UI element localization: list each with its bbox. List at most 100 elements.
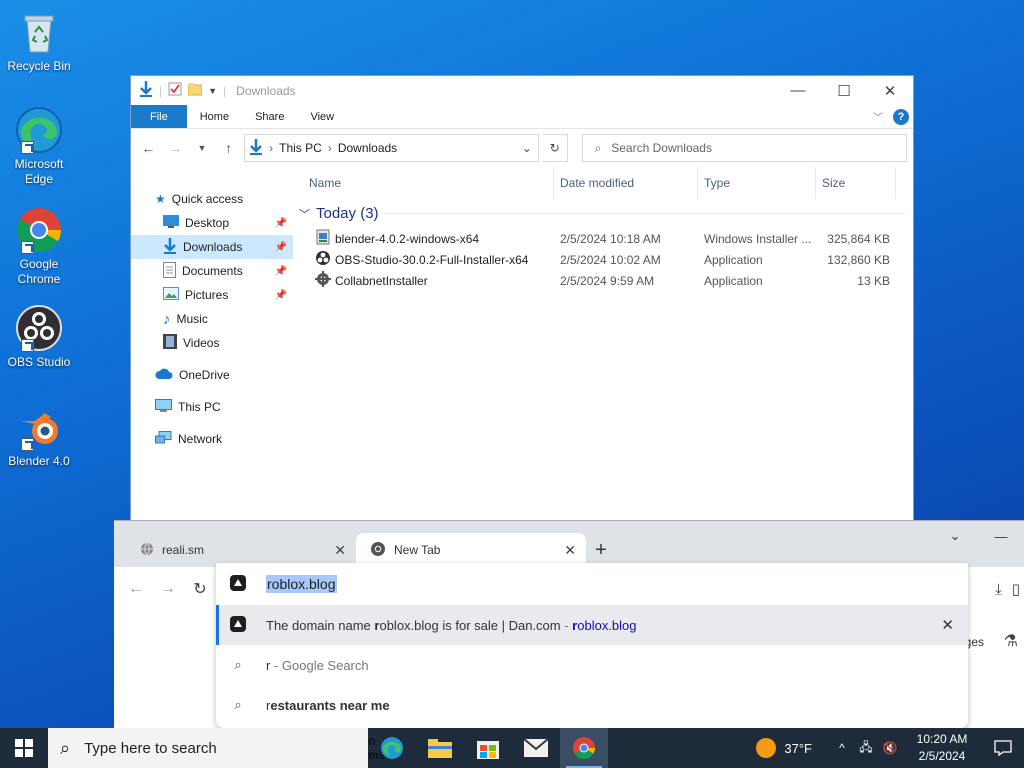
taskbar: ⌕ Type here to search n ms 37°F ^ 🖧 🔇 10… xyxy=(0,728,1024,768)
pin-icon: 📌 xyxy=(274,241,287,253)
column-size[interactable]: Size xyxy=(816,167,896,199)
labs-flask-icon[interactable]: ⚗ xyxy=(1004,631,1018,651)
column-type[interactable]: Type xyxy=(698,167,816,199)
back-button[interactable]: ← xyxy=(137,140,160,156)
cloud-icon xyxy=(155,368,173,383)
remove-suggestion-icon[interactable]: ✕ xyxy=(941,616,954,634)
desktop-icon-blender[interactable]: Blender 4.0 xyxy=(4,403,74,469)
help-icon[interactable]: ? xyxy=(893,108,909,125)
file-row[interactable]: blender-4.0.2-windows-x64 2/5/2024 10:18… xyxy=(293,228,913,249)
nav-pictures[interactable]: Pictures 📌 xyxy=(131,283,293,307)
group-header-today[interactable]: ﹀ Today (3) xyxy=(299,205,913,222)
taskbar-edge[interactable] xyxy=(368,728,416,768)
tab-file[interactable]: File xyxy=(131,105,187,128)
weather-widget[interactable]: 37°F xyxy=(756,738,812,758)
omnibox-input[interactable]: roblox.blog xyxy=(216,563,968,605)
tab-share[interactable]: Share xyxy=(242,105,297,128)
music-note-icon: ♪ xyxy=(163,310,171,328)
taskbar-file-explorer[interactable] xyxy=(416,728,464,768)
store-icon xyxy=(477,741,499,759)
reload-button[interactable]: ↻ xyxy=(188,579,212,599)
nav-music[interactable]: ♪ Music xyxy=(131,307,293,331)
forward-button[interactable]: → xyxy=(164,140,187,156)
properties-icon[interactable] xyxy=(168,82,182,99)
nav-downloads[interactable]: Downloads 📌 xyxy=(131,235,293,259)
refresh-button[interactable]: ↻ xyxy=(542,134,568,162)
ribbon-tabs: File Home Share View ﹀ ? xyxy=(131,105,913,129)
taskbar-store[interactable] xyxy=(464,728,512,768)
installer-package-icon xyxy=(315,229,331,248)
customize-toolbar-chevron-icon[interactable]: ▼ xyxy=(208,86,217,96)
omnibox-suggestion[interactable]: ⌕ r - Google Search xyxy=(216,645,968,685)
omnibox-suggestion[interactable]: The domain name roblox.blog is for sale … xyxy=(216,605,968,645)
browser-tab-new-tab[interactable]: New Tab ✕ xyxy=(356,533,586,567)
tab-view[interactable]: View xyxy=(297,105,347,128)
nav-videos[interactable]: Videos xyxy=(131,331,293,355)
shortcut-arrow-icon xyxy=(21,141,34,154)
folder-icon xyxy=(428,739,452,758)
breadcrumb-separator-icon: › xyxy=(327,141,332,155)
notification-icon[interactable] xyxy=(982,740,1024,756)
breadcrumb-this-pc[interactable]: This PC xyxy=(279,141,322,155)
browser-back-button[interactable]: ← xyxy=(124,580,148,598)
omnibox-text: roblox.blog xyxy=(266,575,337,593)
desktop-icon-edge[interactable]: Microsoft Edge xyxy=(4,106,74,187)
new-folder-icon[interactable] xyxy=(187,82,203,99)
browser-forward-button[interactable]: → xyxy=(156,580,180,598)
taskbar-chrome[interactable] xyxy=(560,728,608,768)
search-downloads-input[interactable]: ⌕ Search Downloads xyxy=(581,134,907,162)
new-tab-button[interactable]: + xyxy=(586,533,616,567)
taskbar-search-box[interactable]: ⌕ Type here to search xyxy=(48,728,368,768)
close-tab-icon[interactable]: ✕ xyxy=(334,542,346,559)
desktop-icon-label: Microsoft Edge xyxy=(14,157,64,186)
column-name[interactable]: Name xyxy=(293,167,554,199)
browser-tab-reali-sm[interactable]: reali.sm ✕ xyxy=(126,533,356,567)
nav-network[interactable]: Network xyxy=(131,427,293,451)
taskbar-mail[interactable] xyxy=(512,728,560,768)
network-icon[interactable]: 🖧 xyxy=(854,738,878,759)
breadcrumb-downloads[interactable]: Downloads xyxy=(338,141,397,155)
address-bar[interactable]: › This PC › Downloads ⌄ xyxy=(244,134,539,162)
close-tab-icon[interactable]: ✕ xyxy=(564,542,576,559)
desktop-icon-chrome[interactable]: Google Chrome xyxy=(4,206,74,287)
tab-strip: reali.sm ✕ New Tab ✕ + ⌄ — xyxy=(114,521,1024,567)
obs-file-icon xyxy=(315,250,331,269)
minimize-button[interactable]: — xyxy=(775,76,821,105)
system-tray: 37°F ^ 🖧 🔇 10:20 AM 2/5/2024 xyxy=(756,728,1024,768)
expand-ribbon-chevron-icon[interactable]: ﹀ xyxy=(873,109,883,124)
search-icon: ⌕ xyxy=(60,737,71,758)
edge-icon xyxy=(381,737,403,759)
file-row[interactable]: OBS-Studio-30.0.2-Full-Installer-x64 2/5… xyxy=(293,249,913,270)
download-icon[interactable]: ⤓ xyxy=(995,581,1002,598)
navigation-pane: ★ Quick access Desktop 📌 Downloads 📌 Doc… xyxy=(131,167,293,524)
omnibox-suggestion[interactable]: ⌕ restaurants near me xyxy=(216,685,968,725)
volume-muted-icon[interactable]: 🔇 xyxy=(878,741,902,755)
close-button[interactable]: ✕ xyxy=(867,76,913,105)
address-dropdown-chevron-icon[interactable]: ⌄ xyxy=(516,141,538,155)
desktop-icon-recycle-bin[interactable]: Recycle Bin xyxy=(4,8,74,74)
nav-quick-access[interactable]: ★ Quick access xyxy=(131,187,293,211)
browser-minimize-button[interactable]: — xyxy=(978,521,1024,551)
maximize-button[interactable]: ☐ xyxy=(821,76,867,105)
nav-desktop[interactable]: Desktop 📌 xyxy=(131,211,293,235)
file-row[interactable]: CollabnetInstaller 2/5/2024 9:59 AM Appl… xyxy=(293,270,913,291)
desktop-icon-obs[interactable]: OBS Studio xyxy=(4,304,74,370)
nav-documents[interactable]: Documents 📌 xyxy=(131,259,293,283)
start-button[interactable] xyxy=(0,728,48,768)
tab-search-chevron-icon[interactable]: ⌄ xyxy=(932,521,978,551)
tab-home[interactable]: Home xyxy=(187,105,242,128)
site-logo-icon xyxy=(230,574,246,594)
pin-icon: 📌 xyxy=(274,265,287,277)
side-panel-icon[interactable]: ▯ xyxy=(1012,580,1020,598)
nav-onedrive[interactable]: OneDrive xyxy=(131,363,293,387)
desktop-folder-icon xyxy=(163,215,179,231)
show-hidden-icons-chevron-icon[interactable]: ^ xyxy=(830,741,854,755)
nav-this-pc[interactable]: This PC xyxy=(131,395,293,419)
chrome-icon xyxy=(15,206,63,254)
recent-locations-chevron-icon[interactable]: ▼ xyxy=(191,143,214,153)
column-date-modified[interactable]: Date modified xyxy=(554,167,698,199)
up-button[interactable]: ↑ xyxy=(217,140,240,156)
setup-application-icon xyxy=(315,271,331,290)
clock[interactable]: 10:20 AM 2/5/2024 xyxy=(902,731,982,765)
column-headers: Name Date modified Type Size xyxy=(293,167,913,199)
